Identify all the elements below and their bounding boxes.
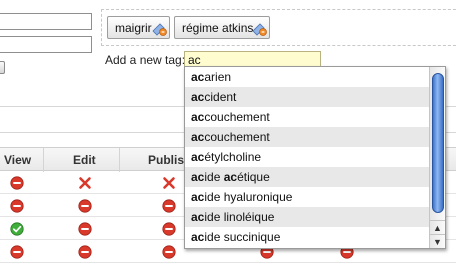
scroll-down-arrow-icon[interactable]: ▼ xyxy=(430,234,445,248)
red-x-icon[interactable] xyxy=(162,176,176,190)
red-circle-icon[interactable] xyxy=(162,245,176,259)
tag-label: maigrir xyxy=(115,20,152,35)
add-tag-label: Add a new tag: xyxy=(105,53,186,67)
suggestion-item[interactable]: acide hyaluronique xyxy=(185,187,429,207)
red-circle-icon[interactable] xyxy=(10,199,24,213)
suggestion-item[interactable]: acétylcholine xyxy=(185,147,429,167)
green-check-icon[interactable] xyxy=(10,222,24,236)
red-circle-icon[interactable] xyxy=(162,199,176,213)
tag-maigrir[interactable]: maigrir xyxy=(107,16,170,39)
suggestion-list: acarien accident accouchement accouchement a… xyxy=(185,67,429,247)
suggestion-item[interactable]: acide linoléique xyxy=(185,207,429,227)
column-separator xyxy=(119,148,120,172)
red-circle-icon[interactable] xyxy=(10,245,24,259)
remove-tag-icon[interactable] xyxy=(251,20,267,36)
remove-tag-icon[interactable] xyxy=(151,20,167,36)
autocomplete-dropdown: acarien accident accouchement accouchement a… xyxy=(184,66,446,249)
column-header-edit: Edit xyxy=(73,153,96,167)
red-circle-icon[interactable] xyxy=(78,222,92,236)
text-field-1[interactable] xyxy=(0,13,92,30)
suggestion-item[interactable]: acide acétique xyxy=(185,167,429,187)
checkbox[interactable] xyxy=(0,61,5,74)
suggestion-item[interactable]: accouchement xyxy=(185,127,429,147)
suggestion-item[interactable]: acarien xyxy=(185,67,429,87)
column-header-view: View xyxy=(4,153,32,167)
column-separator xyxy=(43,148,44,172)
suggestion-item[interactable]: accouchement xyxy=(185,107,429,127)
scroll-up-arrow-icon[interactable]: ▲ xyxy=(430,220,445,234)
tag-label: régime atkins xyxy=(182,20,254,35)
tag-regime-atkins[interactable]: régime atkins xyxy=(174,16,270,39)
red-circle-icon[interactable] xyxy=(78,199,92,213)
red-circle-icon[interactable] xyxy=(10,176,24,190)
suggestion-item[interactable]: acide succinique xyxy=(185,227,429,247)
scrollbar[interactable]: ▲ ▼ xyxy=(429,67,445,248)
scroll-thumb[interactable] xyxy=(432,73,444,213)
red-circle-icon[interactable] xyxy=(162,222,176,236)
text-field-2[interactable] xyxy=(0,36,92,53)
suggestion-item[interactable]: accident xyxy=(185,87,429,107)
red-circle-icon[interactable] xyxy=(78,245,92,259)
red-x-icon[interactable] xyxy=(78,176,92,190)
